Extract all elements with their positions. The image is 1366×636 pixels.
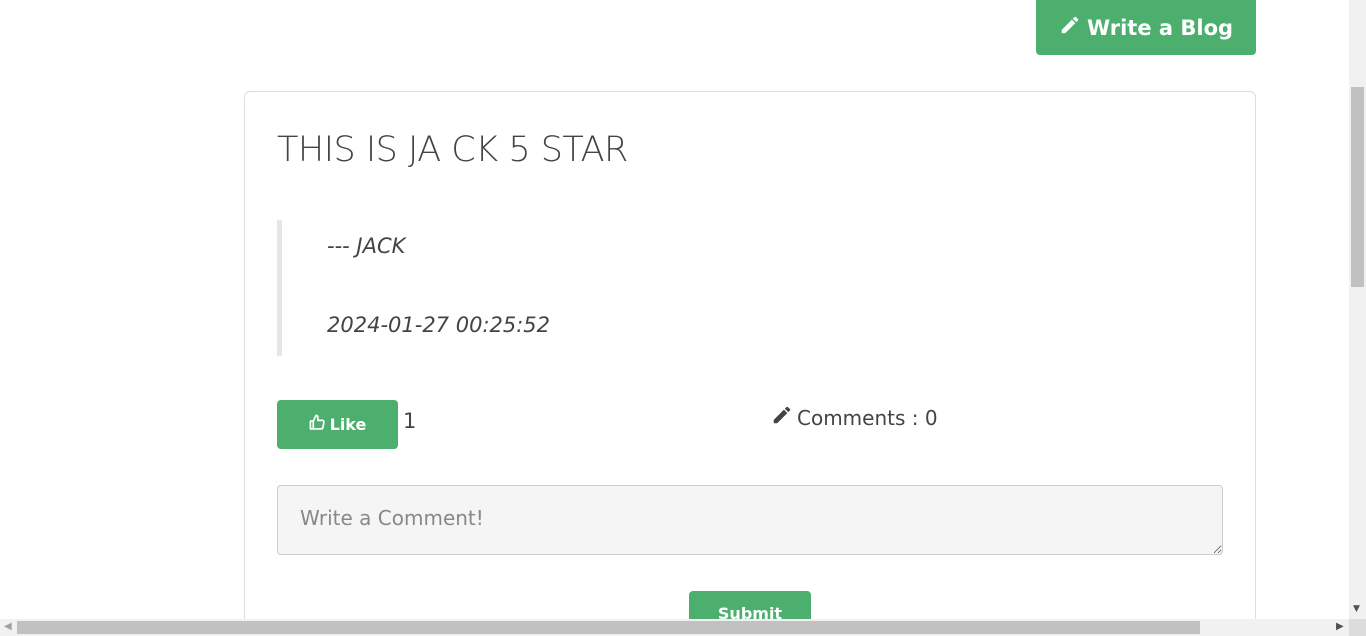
horizontal-scrollbar-thumb[interactable] [17, 621, 1200, 634]
pencil-icon [1059, 14, 1081, 41]
scroll-left-arrow-icon[interactable]: ◀ [4, 621, 12, 632]
post-author: --- JACK [327, 234, 406, 258]
submit-button[interactable]: Submit [689, 591, 811, 619]
comments-label: Comments : 0 [797, 405, 938, 430]
post-title: THIS IS JA CK 5 STAR [277, 130, 628, 170]
comments-count: Comments : 0 [771, 404, 938, 431]
write-blog-label: Write a Blog [1086, 15, 1234, 40]
like-count: 1 [403, 409, 417, 433]
post-meta-blockquote: --- JACK 2024-01-27 00:25:52 [277, 220, 877, 356]
vertical-scrollbar[interactable]: ▼ [1349, 0, 1366, 619]
horizontal-scrollbar[interactable]: ◀ ▶ [0, 619, 1349, 636]
scroll-right-arrow-icon[interactable]: ▶ [1336, 621, 1344, 632]
post-date: 2024-01-27 00:25:52 [327, 313, 551, 337]
scrollbar-corner [1349, 619, 1366, 636]
comment-input[interactable] [277, 485, 1223, 555]
like-label: Like [329, 415, 367, 434]
like-button[interactable]: Like [277, 400, 398, 449]
thumbs-up-icon [309, 414, 326, 435]
write-blog-button[interactable]: Write a Blog [1036, 0, 1256, 55]
page-viewport: Write a Blog THIS IS JA CK 5 STAR --- JA… [0, 0, 1349, 619]
pencil-icon [771, 404, 793, 431]
vertical-scrollbar-thumb[interactable] [1351, 87, 1364, 287]
scroll-down-arrow-icon[interactable]: ▼ [1353, 604, 1360, 614]
